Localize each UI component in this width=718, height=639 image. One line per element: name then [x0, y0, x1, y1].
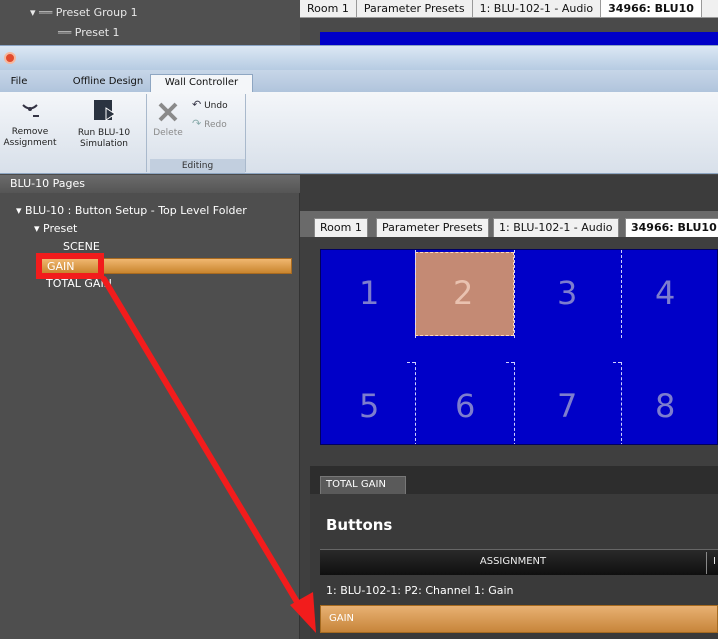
ribbon-group-divider — [146, 94, 147, 172]
preset-icon: ══ — [58, 26, 72, 39]
editing-group-caption: Editing — [150, 159, 245, 173]
expand-arrow-icon: ▾ — [30, 6, 36, 19]
tab-offline-design[interactable]: Offline Design — [68, 74, 148, 92]
tab-blu102-audio[interactable]: 1: BLU-102-1 - Audio — [493, 218, 619, 237]
gain-field[interactable]: GAIN — [320, 605, 718, 633]
app-title-bar — [0, 45, 718, 70]
grid-notch — [407, 362, 415, 363]
button-7[interactable]: 7 — [557, 387, 577, 425]
bg-tab-blu10[interactable]: 34966: BLU10 — [601, 0, 702, 17]
tab-file[interactable]: File — [4, 74, 34, 92]
grid-divider — [514, 250, 515, 338]
button-1[interactable]: 1 — [359, 274, 379, 312]
tab-room-1[interactable]: Room 1 — [314, 218, 368, 237]
background-tree: ▾ ══ Preset Group 1 ══ Preset 1 — [0, 0, 300, 45]
document-tabs: Room 1 Parameter Presets 1: BLU-102-1 - … — [300, 211, 718, 237]
expand-arrow-icon: ▾ — [16, 204, 22, 217]
ribbon-group-divider — [245, 94, 246, 172]
assignment-column-header: ASSIGNMENT I — [320, 549, 718, 575]
remove-assignment-label: Remove Assignment — [3, 127, 57, 148]
pane-title: BLU-10 Pages — [0, 175, 300, 193]
grid-notch — [613, 362, 621, 363]
tree-root-item[interactable]: ▾ BLU-10 : Button Setup - Top Level Fold… — [16, 204, 247, 217]
run-simulation-button[interactable]: Run BLU-10 Simulation — [64, 98, 144, 150]
button-2[interactable]: 2 — [453, 274, 473, 312]
grid-divider — [621, 250, 622, 338]
tree-item-preset[interactable]: ▾ Preset — [34, 222, 77, 235]
tree-item-scene[interactable]: SCENE — [63, 240, 100, 253]
button-4[interactable]: 4 — [655, 274, 675, 312]
ribbon: Remove Assignment Run BLU-10 Simulation … — [0, 92, 718, 174]
grid-divider — [514, 362, 515, 444]
remove-assignment-button[interactable]: Remove Assignment — [0, 100, 60, 149]
assignment-header-label[interactable]: ASSIGNMENT — [320, 556, 706, 567]
button-8[interactable]: 8 — [655, 387, 675, 425]
bg-tab-presets[interactable]: Parameter Presets — [357, 0, 473, 17]
background-button-grid — [320, 32, 718, 46]
remove-assignment-icon — [22, 104, 39, 117]
grid-notch — [506, 362, 514, 363]
document-header — [300, 175, 718, 211]
annotation-highlight-box — [36, 253, 104, 279]
button-grid: 1 2 3 4 5 6 7 8 — [320, 249, 718, 445]
bg-tree-item-preset[interactable]: ══ Preset 1 — [58, 26, 120, 39]
blu10-pages-pane: BLU-10 Pages ▾ BLU-10 : Button Setup - T… — [0, 175, 300, 639]
grid-divider — [415, 362, 416, 444]
gain-field-label: GAIN — [329, 613, 355, 624]
assignment-value[interactable]: 1: BLU-102-1: P2: Channel 1: Gain — [326, 584, 514, 597]
buttons-heading: Buttons — [326, 516, 393, 534]
run-simulation-label: Run BLU-10 Simulation — [77, 128, 131, 149]
preset-group-icon: ══ — [39, 6, 53, 19]
button-6[interactable]: 6 — [455, 387, 475, 425]
tab-total-gain[interactable]: TOTAL GAIN — [320, 476, 406, 494]
next-column-header[interactable]: I — [713, 556, 716, 567]
undo-button[interactable]: ↶ Undo — [192, 98, 228, 111]
delete-x-icon — [158, 102, 178, 122]
bg-tree-item-preset-group[interactable]: ▾ ══ Preset Group 1 — [30, 6, 138, 19]
delete-button[interactable]: Delete — [148, 100, 188, 139]
simulation-icon — [94, 100, 116, 121]
app-logo-icon[interactable] — [4, 52, 16, 64]
undo-icon: ↶ — [192, 98, 202, 111]
ribbon-tab-strip: File Offline Design Wall Controller — [0, 70, 718, 92]
tab-blu10[interactable]: 34966: BLU10 — [625, 218, 718, 237]
delete-label: Delete — [153, 128, 183, 138]
redo-button[interactable]: ↷ Redo — [192, 117, 227, 130]
bg-tab-room[interactable]: Room 1 — [300, 0, 357, 17]
bg-tab-audio[interactable]: 1: BLU-102-1 - Audio — [473, 0, 602, 17]
button-5[interactable]: 5 — [359, 387, 379, 425]
expand-arrow-icon: ▾ — [34, 222, 40, 235]
background-document-tabs: Room 1 Parameter Presets 1: BLU-102-1 - Au… — [300, 0, 718, 18]
grid-divider — [621, 362, 622, 444]
button-3[interactable]: 3 — [557, 274, 577, 312]
grid-divider — [415, 250, 416, 338]
redo-icon: ↷ — [192, 117, 202, 130]
tab-wall-controller[interactable]: Wall Controller — [150, 74, 253, 92]
column-divider[interactable] — [706, 552, 707, 574]
tab-parameter-presets[interactable]: Parameter Presets — [376, 218, 489, 237]
